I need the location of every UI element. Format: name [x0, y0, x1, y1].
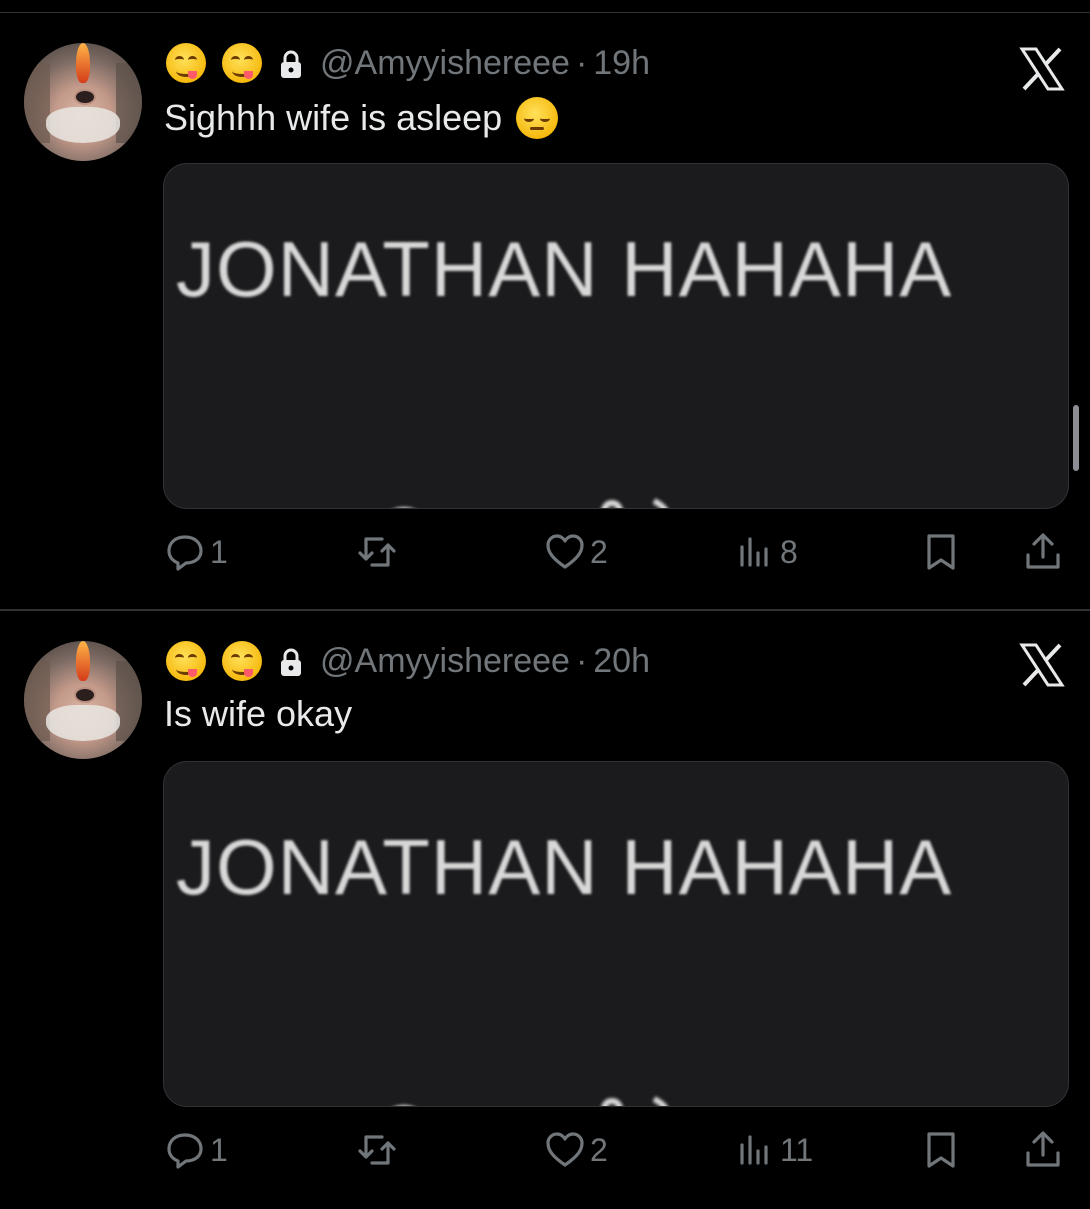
tweet-header: @Amyyishereee · 19h [166, 41, 650, 85]
retweet-icon [358, 1135, 396, 1165]
pensive-emoji-icon [516, 97, 559, 139]
tweet-text-content: Is wife okay [164, 693, 353, 734]
tweet-actions: 1 2 8 [160, 528, 1070, 576]
like-count: 2 [590, 533, 608, 570]
reply-count: 1 [210, 533, 228, 570]
avatar-face [46, 705, 120, 741]
tweet-media[interactable]: JONATHAN HAHAHA [163, 163, 1069, 509]
views-icon [740, 1135, 768, 1165]
tweet-text-content: Sighhh wife is asleep [164, 97, 503, 138]
separator: · [575, 641, 588, 680]
x-logo-icon [1019, 47, 1065, 91]
media-text: JONATHAN HAHAHA [176, 225, 953, 313]
view-count: 11 [780, 1131, 814, 1168]
x-logo-icon [1019, 643, 1065, 687]
tweet[interactable]: @Amyyishereee · 19h Sighhh wife is aslee… [0, 13, 1090, 611]
lock-icon [281, 648, 301, 676]
avatar-background [116, 63, 142, 143]
avatar-background [24, 661, 50, 741]
heart-icon [546, 1132, 584, 1167]
views-icon [740, 537, 768, 567]
avatar[interactable] [24, 43, 142, 161]
avatar[interactable] [24, 641, 142, 759]
retweet-button[interactable] [356, 528, 398, 576]
heart-icon [546, 534, 584, 569]
media-text: JONATHAN HAHAHA [176, 823, 953, 911]
tweet-media[interactable]: JONATHAN HAHAHA [163, 761, 1069, 1107]
media-cutoff-text [184, 1074, 704, 1106]
reply-button[interactable]: 1 [164, 1126, 228, 1174]
bookmark-icon [927, 1132, 955, 1168]
timestamp[interactable]: 19h [593, 44, 650, 83]
like-button[interactable]: 2 [544, 528, 608, 576]
tweet-actions: 1 2 11 [160, 1126, 1070, 1174]
avatar-third-eye [74, 687, 96, 703]
avatar-flame [76, 641, 90, 681]
timestamp[interactable]: 20h [593, 642, 650, 681]
avatar-third-eye [74, 89, 96, 105]
retweet-button[interactable] [356, 1126, 398, 1174]
user-handle[interactable]: @Amyyishereee [320, 44, 570, 83]
like-count: 2 [590, 1131, 608, 1168]
avatar-background [116, 661, 142, 741]
yum-emoji-icon [222, 43, 262, 83]
bookmark-button[interactable] [920, 528, 962, 576]
share-button[interactable] [1022, 528, 1064, 576]
reply-icon [167, 1133, 203, 1169]
separator: · [575, 43, 588, 82]
avatar-background [24, 63, 50, 143]
avatar-flame [76, 43, 90, 83]
reply-count: 1 [210, 1131, 228, 1168]
tweet-text: Is wife okay [164, 689, 352, 739]
bookmark-button[interactable] [920, 1126, 962, 1174]
avatar-face [46, 107, 120, 143]
lock-icon [281, 50, 301, 78]
like-button[interactable]: 2 [544, 1126, 608, 1174]
reply-button[interactable]: 1 [164, 528, 228, 576]
tweet[interactable]: @Amyyishereee · 20h Is wife okay JONATHA… [0, 611, 1090, 1209]
views-button[interactable]: 8 [734, 528, 798, 576]
yum-emoji-icon [222, 641, 262, 681]
media-cutoff-text [184, 476, 704, 508]
tweet-text: Sighhh wife is asleep [164, 93, 559, 143]
share-icon [1026, 533, 1060, 569]
views-button[interactable]: 11 [734, 1126, 813, 1174]
share-button[interactable] [1022, 1126, 1064, 1174]
yum-emoji-icon [166, 641, 206, 681]
retweet-icon [358, 537, 396, 567]
scrollbar[interactable] [1073, 405, 1079, 471]
reply-icon [167, 535, 203, 571]
tweet-header: @Amyyishereee · 20h [166, 639, 650, 683]
yum-emoji-icon [166, 43, 206, 83]
share-icon [1026, 1131, 1060, 1167]
view-count: 8 [780, 533, 798, 570]
bookmark-icon [927, 534, 955, 570]
user-handle[interactable]: @Amyyishereee [320, 642, 570, 681]
